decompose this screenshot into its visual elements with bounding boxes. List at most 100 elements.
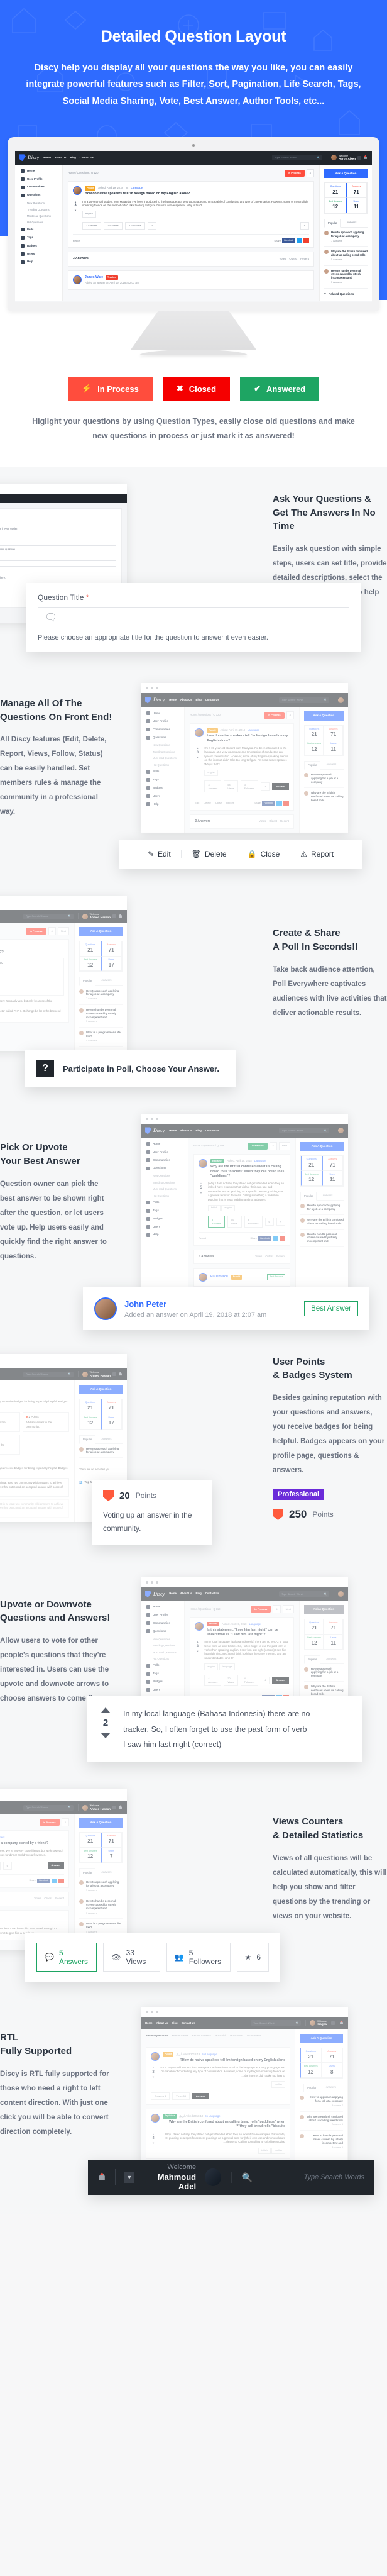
question-title[interactable]: How do native speakers tell I'm foreign … bbox=[85, 192, 309, 196]
filter-most-voted[interactable]: Most Voted bbox=[230, 2034, 243, 2040]
sidebar-item-user-profile[interactable]: User Profile bbox=[146, 719, 184, 724]
user-menu[interactable]: Welcome Aaron Aiken 6 bbox=[327, 154, 368, 162]
category-link[interactable]: Programmers bbox=[0, 1836, 5, 1840]
meta-followers[interactable]: 3 Followers bbox=[124, 221, 145, 230]
question-title[interactable]: Is this statement, "I see him last night… bbox=[207, 1628, 289, 1638]
googleplus-icon[interactable] bbox=[303, 238, 309, 243]
add-button[interactable]: + bbox=[300, 221, 309, 230]
answer-button[interactable]: Answer bbox=[272, 1677, 289, 1684]
sidebar-item-tags[interactable]: Tags bbox=[146, 1209, 188, 1213]
sidebar-item-user-profile[interactable]: User Profile bbox=[21, 177, 62, 181]
sidebar-item-polls[interactable]: Polls bbox=[146, 1201, 188, 1205]
twitter-icon[interactable] bbox=[52, 1878, 57, 1883]
sidebar-item-home[interactable]: Home bbox=[146, 1142, 188, 1146]
sidebar-item-help[interactable]: Help bbox=[146, 1233, 188, 1237]
category-link[interactable]: Language bbox=[249, 1623, 261, 1626]
sidebar-item-polls[interactable]: Polls bbox=[146, 770, 184, 774]
status-in-process-button[interactable]: ⚡ In Process bbox=[67, 377, 153, 401]
twitter-icon[interactable] bbox=[273, 1236, 278, 1241]
tab-recent[interactable]: Recent bbox=[280, 819, 289, 823]
filter-most-visit[interactable]: Most Visit bbox=[215, 2034, 226, 2040]
vote-control[interactable]: ▲ 2 ▼ bbox=[195, 1640, 200, 1686]
sidebar-sub-hot[interactable]: Hot Questions bbox=[21, 221, 62, 225]
pager-button[interactable]: 4 bbox=[273, 1605, 281, 1614]
report-button[interactable]: ⚠ Report bbox=[290, 850, 344, 858]
sidebar-sub-new[interactable]: New Questions bbox=[21, 201, 62, 205]
sidebar-item-users[interactable]: Users bbox=[146, 1688, 184, 1692]
tag-chip[interactable]: british bbox=[258, 2147, 271, 2155]
list-item[interactable]: Why are the British confused about us ca… bbox=[324, 247, 368, 266]
sidebar-item-users[interactable]: Users bbox=[146, 1225, 188, 1229]
next-button[interactable]: Next bbox=[278, 1141, 290, 1150]
list-item[interactable]: How to approach applying for a job at a … bbox=[324, 228, 368, 247]
sidebar-item-badges[interactable]: Badges bbox=[146, 1680, 184, 1684]
meta-followers[interactable]: 5 Followers bbox=[0, 1862, 1, 1870]
sidebar-item-home[interactable]: Home bbox=[21, 169, 62, 173]
answer-author[interactable]: James Ware bbox=[85, 275, 103, 280]
ask-question-button[interactable]: Ask A Question bbox=[79, 927, 123, 936]
tab-oldest[interactable]: Oldest bbox=[269, 819, 277, 823]
search-icon[interactable]: 🔍 bbox=[317, 156, 320, 160]
nav-item-blog[interactable]: Blog bbox=[70, 156, 75, 160]
sidebar-item-tags[interactable]: Tags bbox=[146, 1672, 184, 1676]
chevron-down-icon[interactable] bbox=[112, 1372, 116, 1377]
sidebar-item-polls[interactable]: Polls bbox=[21, 228, 62, 232]
sidebar-sub-trending[interactable]: Trending Questions bbox=[146, 750, 184, 754]
meta-followers[interactable]: 6 Followers bbox=[244, 1216, 263, 1228]
sidebar-item-user-profile[interactable]: User Profile bbox=[146, 1150, 188, 1154]
edit-button[interactable]: ✎ Edit bbox=[138, 849, 182, 858]
twitter-icon[interactable] bbox=[276, 801, 282, 806]
downvote-icon[interactable]: ▼ bbox=[199, 1191, 204, 1195]
googleplus-icon[interactable] bbox=[280, 1236, 285, 1241]
answer-button[interactable]: Answer bbox=[192, 2092, 209, 2100]
category-select[interactable]: Select a Category bbox=[0, 540, 116, 547]
nav-item-contact[interactable]: Contact Us bbox=[80, 156, 94, 160]
vote-control[interactable]: ▲ 3 ▼ bbox=[73, 200, 78, 230]
nav-item-home[interactable]: Home bbox=[169, 698, 177, 702]
report-button[interactable]: Report bbox=[226, 801, 234, 805]
search-input[interactable]: Type Search Words 🔍 bbox=[272, 155, 323, 161]
tab-answers[interactable]: Answers bbox=[98, 977, 114, 985]
sidebar-item-communities[interactable]: Communities bbox=[146, 728, 184, 731]
nav-item-about[interactable]: About Us bbox=[180, 698, 192, 702]
meta-answers[interactable]: Answers 3 bbox=[151, 2092, 170, 2101]
rtl-search[interactable]: 🔍 Type Search Words bbox=[231, 2172, 375, 2183]
sidebar-item-communities[interactable]: Communities bbox=[146, 1158, 188, 1162]
tag-chip[interactable]: english bbox=[271, 2147, 285, 2155]
upvote-icon[interactable] bbox=[101, 1707, 111, 1714]
sidebar-item-help[interactable]: Help bbox=[21, 260, 62, 264]
sidebar-item-user-profile[interactable]: User Profile bbox=[146, 1613, 184, 1618]
sidebar-item-users[interactable]: Users bbox=[21, 252, 62, 256]
tag-chip[interactable]: language bbox=[219, 1663, 236, 1670]
filter-most-answers[interactable]: Most Answers bbox=[172, 2034, 188, 2040]
sidebar-item-polls[interactable]: Polls bbox=[146, 1663, 184, 1668]
poll-option-yes[interactable]: ◯ Yes bbox=[0, 969, 60, 973]
bell-icon[interactable] bbox=[119, 914, 122, 918]
downvote-icon[interactable]: ▼ bbox=[195, 1650, 200, 1653]
ask-question-button[interactable]: Ask A Question bbox=[303, 1605, 344, 1614]
search-icon[interactable]: 🔍 bbox=[324, 1592, 327, 1596]
vote-control[interactable]: ▲ 5 ▼ bbox=[199, 1182, 204, 1228]
sidebar-item-home[interactable]: Home bbox=[146, 1605, 184, 1609]
sidebar-item-questions[interactable]: Questions bbox=[146, 736, 184, 740]
sidebar-sub-new[interactable]: New Questions bbox=[146, 743, 184, 747]
pager-button[interactable]: 4 bbox=[48, 927, 56, 935]
category-link[interactable]: In Language bbox=[202, 2053, 217, 2057]
filter-no-answers[interactable]: No Answers bbox=[247, 2034, 261, 2040]
googleplus-icon[interactable] bbox=[283, 801, 289, 806]
tag-chip[interactable]: english bbox=[271, 2081, 285, 2088]
downvote-icon[interactable]: ▼ bbox=[73, 209, 78, 213]
question-title[interactable]: Why are the British confused about us ca… bbox=[163, 2120, 285, 2129]
facebook-icon[interactable]: Facebook bbox=[282, 238, 295, 243]
filter-recent-answers[interactable]: Recent Answers bbox=[192, 2034, 211, 2040]
pager-button[interactable]: 4 bbox=[61, 1818, 69, 1827]
bell-icon[interactable]: 6 bbox=[364, 155, 367, 159]
bell-icon[interactable]: 3 bbox=[99, 2172, 105, 2180]
nav-item-contact[interactable]: Contact Us bbox=[182, 2021, 195, 2025]
meta-answers[interactable]: 3 Answers bbox=[82, 221, 101, 230]
search-icon[interactable]: 🔍 bbox=[68, 914, 71, 918]
sidebar-item-badges[interactable]: Badges bbox=[146, 1217, 188, 1221]
downvote-icon[interactable] bbox=[101, 1733, 111, 1739]
meta-answers[interactable]: 4 Answers bbox=[204, 1674, 222, 1686]
question-title[interactable]: How to approach applying for a job at a … bbox=[0, 1841, 64, 1846]
